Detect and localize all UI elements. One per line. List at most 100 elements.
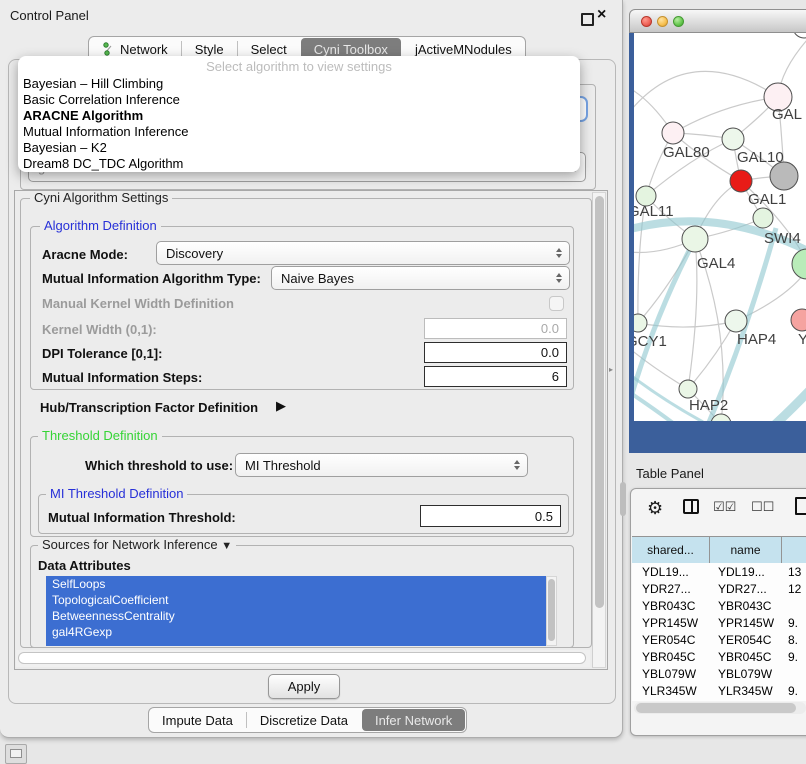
checked-columns-icon[interactable]: ☑☑ (713, 499, 736, 515)
column-header[interactable]: name (710, 537, 782, 563)
network-node[interactable] (679, 380, 697, 398)
kernel-width-field[interactable]: 0.0 (424, 318, 567, 339)
table-row[interactable]: YDR27...YDR27...12 (632, 580, 806, 597)
network-node[interactable] (770, 162, 798, 190)
collapse-down-icon[interactable]: ▼ (221, 540, 232, 552)
network-node[interactable] (730, 170, 752, 192)
network-edge[interactable] (673, 97, 778, 133)
which-threshold-label: Which threshold to use: (85, 458, 233, 473)
network-node-label: GAL (772, 106, 802, 123)
data-attribute-item[interactable]: SelfLoops (46, 576, 546, 592)
data-attribute-item[interactable]: TopologicalCoefficient (46, 592, 546, 608)
manual-kernel-label: Manual Kernel Width Definition (42, 296, 234, 311)
tab-infer-network[interactable]: Infer Network (362, 709, 465, 731)
network-edge[interactable] (634, 71, 778, 110)
close-icon[interactable]: × (597, 6, 606, 24)
mi-threshold-title: MI Threshold Definition (46, 487, 187, 501)
dropdown-item[interactable]: Basic Correlation Inference (18, 92, 580, 108)
network-view-window: GALGAL80GAL10GAL1GAL11SWI4GAL4GCY1HAP4YH… (629, 9, 806, 453)
table-horizontal-scrollbar[interactable] (634, 702, 806, 714)
network-node[interactable] (634, 314, 647, 332)
expand-right-icon[interactable]: ▶ (276, 398, 286, 414)
algorithm-dropdown-list: Bayesian – Hill ClimbingBasic Correlatio… (18, 76, 580, 172)
table-row[interactable]: YDL19...YDL19...13 (632, 563, 806, 580)
dpi-tolerance-field[interactable]: 0.0 (424, 342, 567, 363)
mi-threshold-field[interactable]: 0.5 (420, 505, 561, 527)
table-row[interactable]: YBR045CYBR045C9. (632, 648, 806, 665)
network-canvas[interactable]: GALGAL80GAL10GAL1GAL11SWI4GAL4GCY1HAP4YH… (634, 33, 806, 421)
table-cell: YBR043C (632, 599, 710, 613)
column-header[interactable] (782, 537, 806, 563)
bottom-tabbar: Impute Data Discretize Data Infer Networ… (148, 707, 467, 733)
dropdown-item[interactable]: Dream8 DC_TDC Algorithm (18, 156, 580, 172)
dropdown-placeholder: Select algorithm to view settings (18, 56, 580, 76)
dpi-tolerance-label: DPI Tolerance [0,1]: (42, 346, 162, 361)
network-node[interactable] (662, 122, 684, 144)
side-scrollbar-thumb[interactable] (620, 482, 626, 516)
mi-steps-field[interactable]: 6 (424, 366, 567, 387)
table-cell: YIL052C (632, 701, 710, 702)
network-node-label: GAL1 (748, 191, 786, 208)
minimized-panel-icon[interactable] (5, 744, 27, 764)
network-node[interactable] (682, 226, 708, 252)
dropdown-item[interactable]: ARACNE Algorithm (18, 108, 580, 124)
network-edge[interactable] (688, 239, 697, 389)
aracne-mode-combo[interactable]: Discovery (156, 241, 570, 265)
network-edge[interactable] (634, 392, 677, 421)
data-attribute-item[interactable]: BetweennessCentrality (46, 608, 546, 624)
columns-icon[interactable] (683, 499, 699, 514)
dropdown-item[interactable]: Mutual Information Inference (18, 124, 580, 140)
network-node[interactable] (722, 128, 744, 150)
column-header[interactable]: shared... (632, 537, 710, 563)
zoom-traffic-light[interactable] (673, 16, 684, 27)
network-node[interactable] (791, 309, 806, 331)
network-window-titlebar[interactable] (629, 9, 806, 33)
table-row[interactable]: YLR345WYLR345W9. (632, 682, 806, 699)
table-panel-window: ⚙ ☑☑ ☐☐ shared... name YDL19...YDL19...1… (630, 488, 806, 736)
gear-icon[interactable]: ⚙ (647, 498, 663, 519)
splitter-arrow-icon[interactable]: ▸ (609, 365, 613, 374)
table-row[interactable]: YPR145WYPR145W9. (632, 614, 806, 631)
which-threshold-combo[interactable]: MI Threshold (235, 453, 528, 477)
network-node[interactable] (792, 249, 806, 279)
mi-threshold-label: Mutual Information Threshold: (48, 510, 236, 525)
which-threshold-value: MI Threshold (245, 458, 321, 473)
float-window-icon[interactable] (581, 13, 594, 26)
tab-discretize-data[interactable]: Discretize Data (247, 708, 361, 732)
aracne-mode-label: Aracne Mode: (42, 247, 128, 262)
table-row[interactable]: YER054CYER054C8. (632, 631, 806, 648)
table-cell: YDL19... (710, 565, 782, 579)
close-traffic-light[interactable] (641, 16, 652, 27)
list-scrollbar[interactable] (546, 576, 557, 646)
table-cell: YIL052C (710, 701, 782, 702)
settings-vertical-scrollbar[interactable] (592, 192, 606, 668)
table-cell: YLR345W (710, 684, 782, 698)
network-node-label: GAL10 (737, 149, 784, 166)
table-row[interactable]: YBR043CYBR043C (632, 597, 806, 614)
table-cell: YPR145W (632, 616, 710, 630)
new-table-icon[interactable] (795, 497, 806, 515)
network-edge[interactable] (769, 390, 806, 421)
table-row[interactable]: YBL079WYBL079W (632, 665, 806, 682)
network-node[interactable] (793, 33, 806, 38)
mi-type-combo[interactable]: Naive Bayes (271, 266, 570, 290)
network-node[interactable] (725, 310, 747, 332)
settings-horizontal-scrollbar[interactable] (16, 650, 590, 667)
manual-kernel-checkbox[interactable] (549, 296, 564, 311)
tab-impute-data[interactable]: Impute Data (149, 708, 246, 732)
unchecked-columns-icon[interactable]: ☐☐ (751, 499, 774, 515)
sources-title: Sources for Network Inference ▼ (38, 538, 236, 553)
network-node[interactable] (753, 208, 773, 228)
minimize-traffic-light[interactable] (657, 16, 668, 27)
table-cell: YBL079W (632, 667, 710, 681)
data-attribute-item[interactable]: gal4RGexp (46, 624, 546, 640)
network-node-label: Y (798, 331, 806, 348)
cyni-settings-title: Cyni Algorithm Settings (30, 191, 172, 205)
control-panel-title: Control Panel (10, 8, 89, 23)
dropdown-item[interactable]: Bayesian – Hill Climbing (18, 76, 580, 92)
dropdown-item[interactable]: Bayesian – K2 (18, 140, 580, 156)
table-row[interactable]: YIL052CYIL052C9 (632, 699, 806, 701)
table-cell: YDL19... (632, 565, 710, 579)
apply-button[interactable]: Apply (268, 674, 340, 699)
data-attributes-list[interactable]: SelfLoopsTopologicalCoefficientBetweenne… (46, 576, 546, 646)
